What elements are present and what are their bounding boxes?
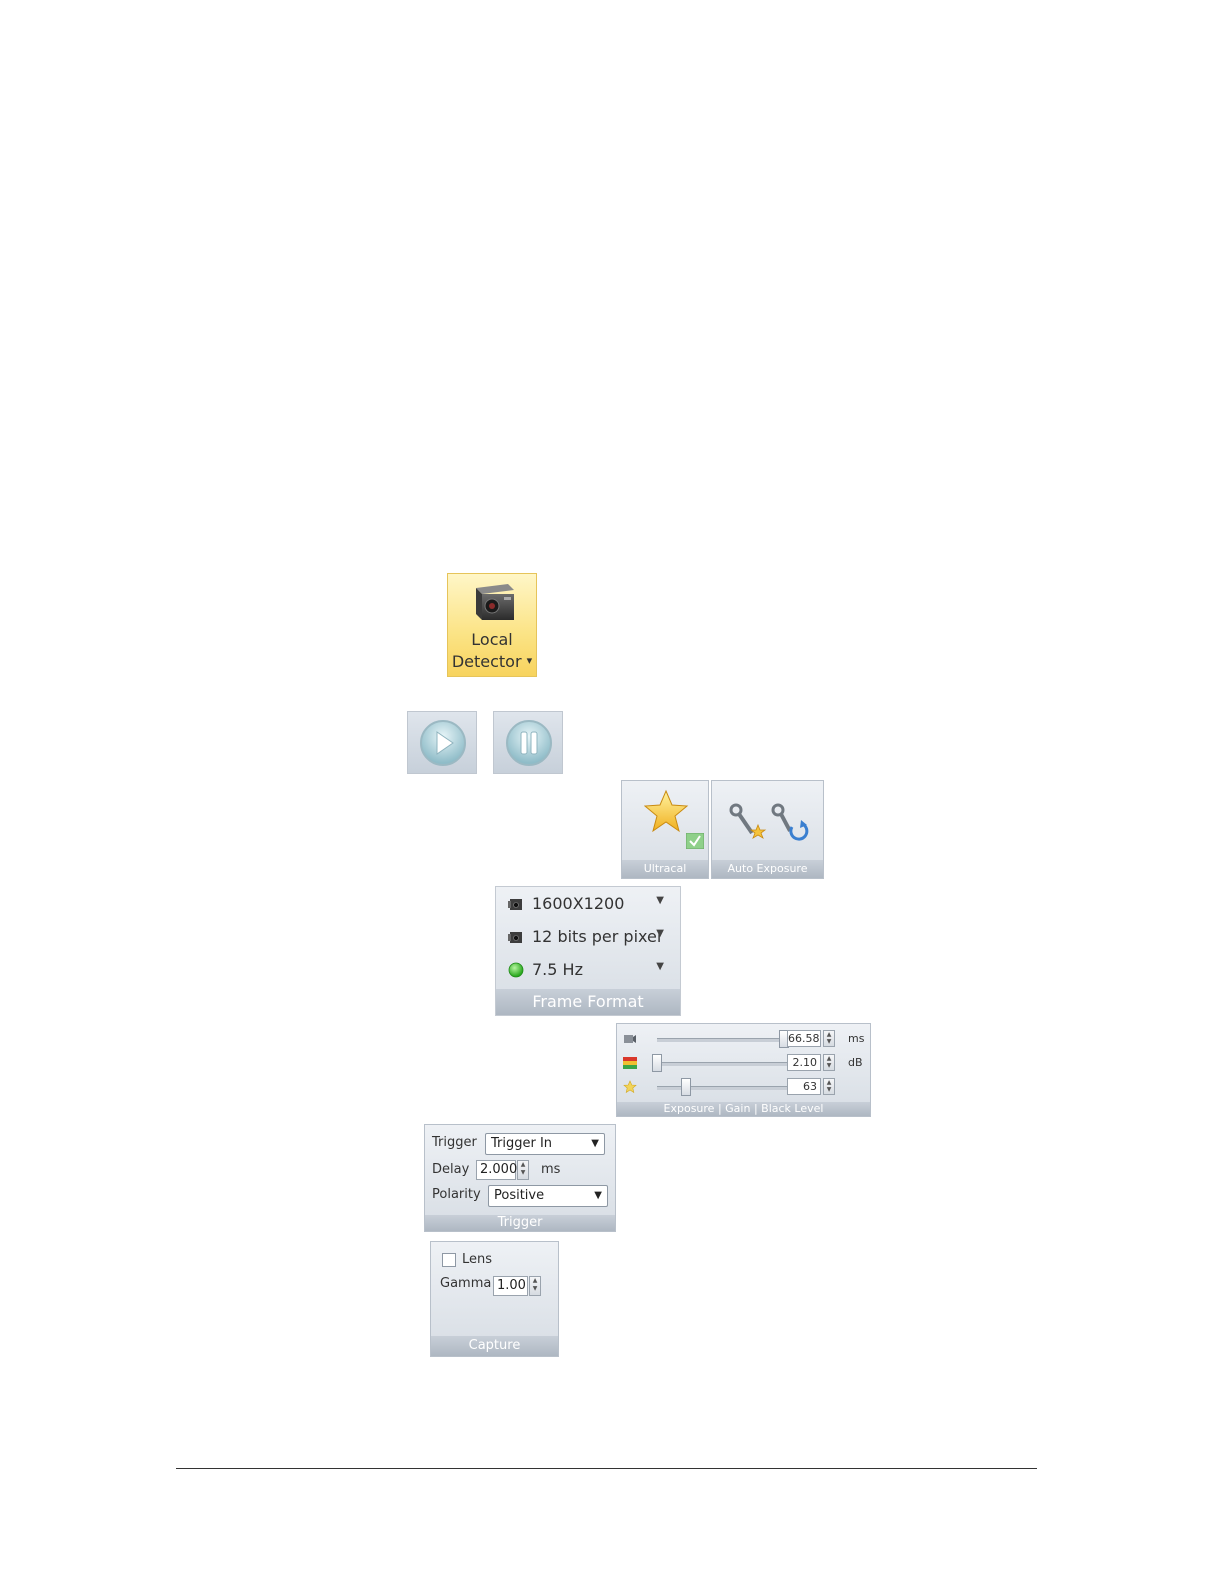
check-icon <box>686 833 704 849</box>
polarity-value: Positive <box>494 1188 545 1203</box>
wrench-star-icon <box>729 803 767 839</box>
gain-slider-thumb[interactable] <box>652 1054 662 1072</box>
exposure-group-title: Exposure | Gain | Black Level <box>617 1102 870 1116</box>
gain-spinner[interactable]: ▲ ▼ <box>823 1054 835 1071</box>
lens-checkbox[interactable] <box>442 1253 456 1267</box>
frame-format-group: 1600X1200 ▼ 12 bits per pixel ▼ 7.5 Hz ▼… <box>495 886 681 1016</box>
chevron-down-icon: ▼ <box>594 1190 602 1201</box>
delay-label: Delay <box>432 1162 470 1177</box>
black-level-value-input[interactable]: 63 <box>787 1078 821 1095</box>
green-dot-icon <box>508 962 524 978</box>
ultracal-label: Ultracal <box>622 860 708 878</box>
gain-unit: dB <box>848 1056 863 1069</box>
auto-exposure-label: Auto Exposure <box>712 860 823 878</box>
chevron-down-icon: ▼ <box>591 1138 599 1149</box>
exposure-unit: ms <box>848 1032 865 1045</box>
local-detector-label-line1: Local <box>471 630 513 649</box>
pause-icon <box>506 720 552 766</box>
capture-group-title: Capture <box>431 1336 558 1356</box>
gamma-label: Gamma <box>440 1276 492 1291</box>
gain-value-input[interactable]: 2.10 <box>787 1054 821 1071</box>
chevron-down-icon: ▼ <box>656 895 664 906</box>
bit-depth-value: 12 bits per pixel <box>532 927 662 946</box>
play-icon <box>420 720 466 766</box>
resolution-value: 1600X1200 <box>532 894 625 913</box>
black-level-row: 63 ▲ ▼ <box>617 1076 872 1098</box>
capture-group: Lens Gamma 1.00 ▲ ▼ Capture <box>430 1241 559 1357</box>
exposure-icon <box>624 1035 636 1043</box>
local-detector-button[interactable]: Local Detector ▾ <box>447 573 537 677</box>
delay-unit: ms <box>541 1162 561 1177</box>
black-level-icon <box>623 1080 637 1094</box>
trigger-mode-value: Trigger In <box>491 1136 553 1151</box>
exposure-spinner[interactable]: ▲ ▼ <box>823 1030 835 1047</box>
chevron-down-icon: ▼ <box>656 928 664 939</box>
camera-small-icon <box>508 932 522 943</box>
trigger-label: Trigger <box>432 1135 477 1150</box>
local-detector-label-text: Detector <box>451 652 522 671</box>
gain-icon <box>623 1057 637 1069</box>
gain-slider-track[interactable] <box>657 1062 787 1066</box>
polarity-select[interactable]: Positive ▼ <box>488 1185 608 1207</box>
exposure-gain-black-level-group: 66.58 ▲ ▼ ms 2.10 ▲ ▼ dB 63 ▲ ▼ Exposure | … <box>616 1023 871 1117</box>
pause-button[interactable] <box>493 711 563 774</box>
camera-small-icon <box>508 899 522 910</box>
delay-spinner[interactable]: ▲ ▼ <box>517 1160 529 1180</box>
exposure-value-input[interactable]: 66.58 <box>787 1030 821 1047</box>
chevron-down-icon: ▼ <box>656 961 664 972</box>
trigger-group-title: Trigger <box>425 1215 615 1231</box>
exposure-row: 66.58 ▲ ▼ ms <box>617 1028 872 1050</box>
gamma-input[interactable]: 1.00 <box>493 1276 528 1296</box>
auto-exposure-button[interactable]: Auto Exposure <box>711 780 824 879</box>
lens-label: Lens <box>462 1252 493 1267</box>
frame-format-title: Frame Format <box>496 989 680 1015</box>
frame-rate-dropdown[interactable]: 7.5 Hz ▼ <box>506 957 674 983</box>
polarity-label: Polarity <box>432 1187 481 1202</box>
local-detector-label-line2: Detector ▾ <box>448 652 536 671</box>
camera-icon <box>476 584 514 620</box>
delay-input[interactable]: 2.000 <box>476 1160 517 1180</box>
ultracal-button[interactable]: Ultracal <box>621 780 709 879</box>
gain-row: 2.10 ▲ ▼ dB <box>617 1052 872 1074</box>
wrench-refresh-icon <box>771 803 809 841</box>
black-level-slider-thumb[interactable] <box>680 1078 691 1096</box>
black-level-spinner[interactable]: ▲ ▼ <box>823 1078 835 1095</box>
black-level-slider-track[interactable] <box>657 1086 787 1090</box>
chevron-down-icon: ▾ <box>526 654 533 667</box>
exposure-slider-track[interactable] <box>657 1038 787 1042</box>
bit-depth-dropdown[interactable]: 12 bits per pixel ▼ <box>506 924 674 950</box>
resolution-dropdown[interactable]: 1600X1200 ▼ <box>506 891 674 917</box>
footer-divider <box>176 1468 1037 1469</box>
trigger-mode-select[interactable]: Trigger In ▼ <box>485 1133 605 1155</box>
frame-rate-value: 7.5 Hz <box>532 960 583 979</box>
trigger-group: Trigger Trigger In ▼ Delay 2.000 ▲ ▼ ms P… <box>424 1124 616 1232</box>
gamma-spinner[interactable]: ▲ ▼ <box>529 1276 541 1296</box>
play-button[interactable] <box>407 711 477 774</box>
